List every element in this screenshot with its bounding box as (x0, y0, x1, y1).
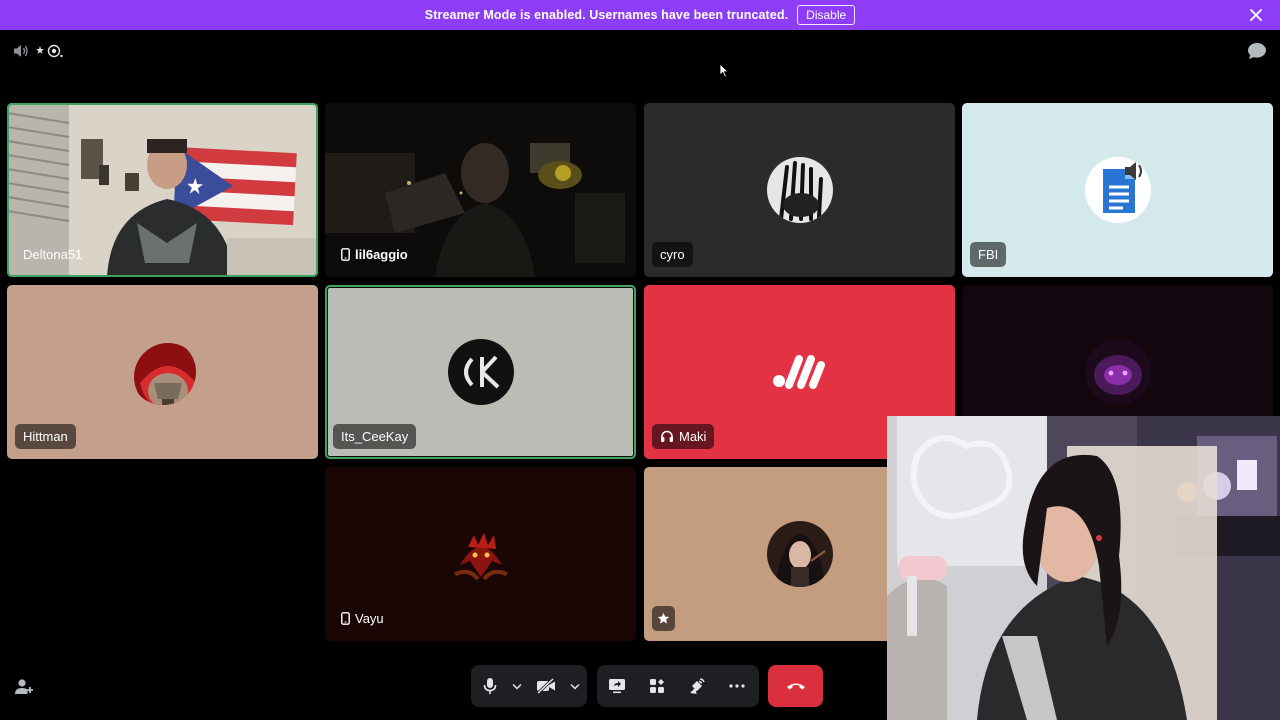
headset-icon (661, 430, 673, 442)
screen-share-button[interactable] (597, 665, 637, 707)
chevron-down-icon (512, 683, 522, 690)
avatar (766, 157, 833, 223)
chat-bubble-icon[interactable] (1247, 42, 1267, 60)
camera-off-icon (536, 678, 555, 694)
close-icon[interactable] (1248, 7, 1264, 23)
more-button[interactable] (717, 665, 757, 707)
participant-tile-vayu[interactable]: Vayu (325, 467, 636, 641)
avatar (447, 521, 514, 587)
activities-button[interactable] (637, 665, 677, 707)
participant-nametag: cyro (652, 242, 693, 267)
disconnect-button[interactable] (768, 665, 823, 707)
participant-nametag: lil6aggio (333, 242, 416, 267)
mobile-icon (341, 612, 350, 625)
participant-name: FBI (978, 247, 999, 262)
mobile-icon (341, 248, 350, 261)
participant-name: Vayu (355, 611, 384, 626)
participant-tile-fbi[interactable]: FBI (962, 103, 1273, 277)
activities-icon (650, 679, 664, 693)
disable-streamer-mode-button[interactable]: Disable (797, 5, 856, 25)
avatar (1084, 157, 1151, 223)
soundboard-button[interactable] (677, 665, 717, 707)
camera-options-button[interactable] (567, 665, 583, 707)
avatar (1084, 339, 1151, 405)
star-icon (657, 612, 670, 624)
audio-video-controls (471, 665, 587, 707)
avatar (447, 339, 514, 405)
participant-nametag: Hittman (15, 424, 76, 449)
soundboard-icon (690, 678, 705, 694)
banner-message: Streamer Mode is enabled. Usernames have… (424, 8, 789, 22)
add-user-icon[interactable] (14, 677, 34, 697)
participant-nametag: Maki (652, 424, 715, 449)
participant-tile-its-ceekay[interactable]: Its_CeeKay (325, 285, 636, 459)
video-tile-lil6aggio[interactable]: lil6aggio (325, 103, 636, 277)
camera-button[interactable] (525, 665, 567, 707)
participant-name: Hittman (23, 429, 68, 444)
speaker-icon[interactable] (13, 43, 29, 59)
participant-nametag (652, 606, 675, 631)
screen-share-icon (609, 679, 625, 694)
microphone-button[interactable] (471, 665, 509, 707)
participant-name: Its_CeeKay (341, 429, 409, 444)
microphone-icon (483, 678, 497, 694)
streamer-webcam-overlay (887, 416, 1280, 720)
video-tile-deltona51[interactable]: Deltona51 (7, 103, 318, 277)
avatar (129, 339, 196, 405)
more-icon (729, 684, 745, 688)
chevron-down-icon (570, 683, 580, 690)
participant-name: Deltona51 (23, 247, 83, 262)
activity-icon[interactable] (36, 43, 64, 59)
participant-nametag: Deltona51 (15, 242, 90, 267)
participant-tile-cyro[interactable]: cyro (644, 103, 955, 277)
mouse-cursor-icon (719, 63, 729, 78)
streamer-mode-banner: Streamer Mode is enabled. Usernames have… (0, 0, 1280, 30)
participant-nametag: Its_CeeKay (333, 424, 417, 449)
avatar (767, 339, 833, 405)
participant-name: lil6aggio (355, 247, 408, 262)
participant-nametag: Vayu (333, 606, 392, 631)
participant-tile-hittman[interactable]: Hittman (7, 285, 318, 459)
microphone-options-button[interactable] (509, 665, 525, 707)
hang-up-icon (786, 683, 805, 690)
participant-name: cyro (660, 247, 685, 262)
participant-nametag: FBI (970, 242, 1007, 267)
avatar (766, 521, 833, 587)
call-actions-controls (597, 665, 759, 707)
participant-name: Maki (679, 429, 707, 444)
